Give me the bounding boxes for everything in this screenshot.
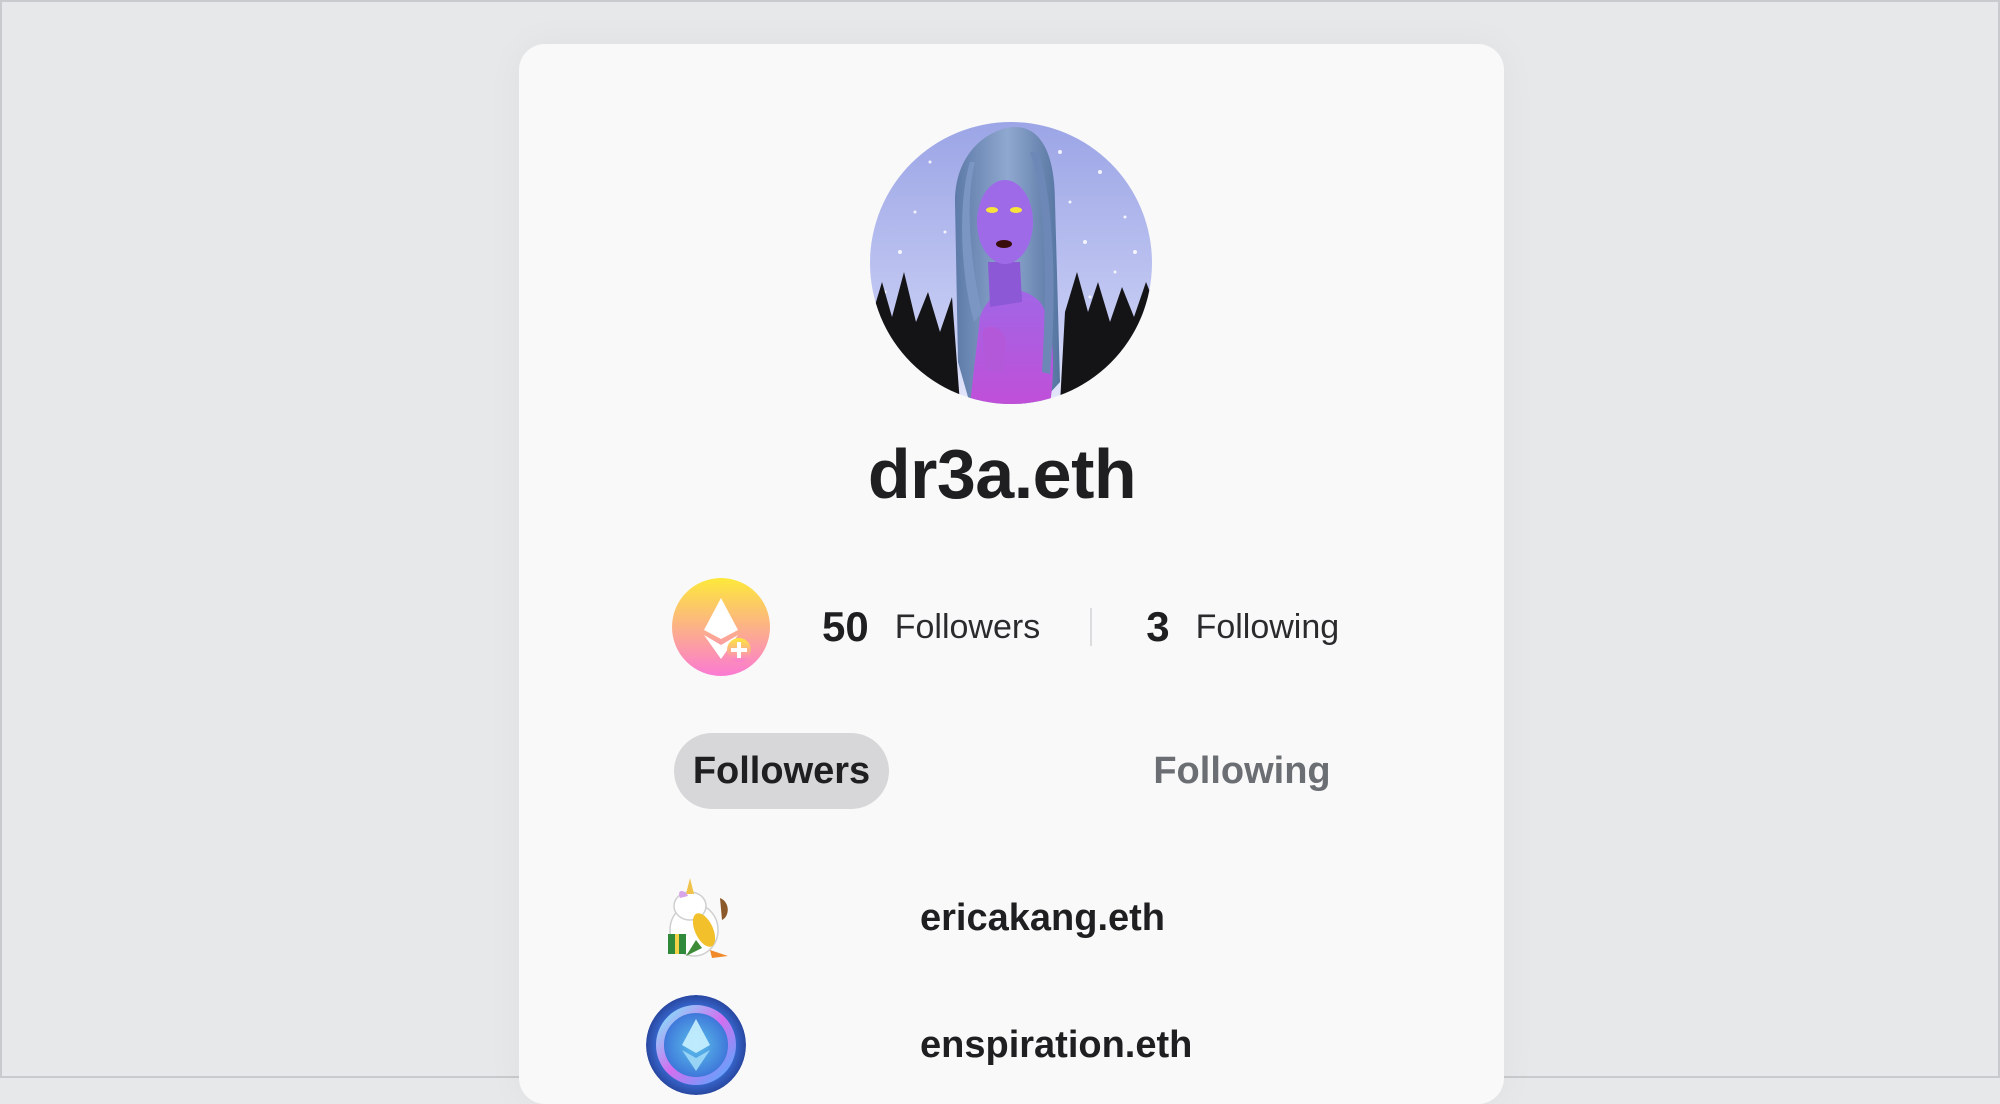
profile-avatar [870,122,1152,404]
unicorn-avatar-icon [646,868,746,968]
following-label[interactable]: Following [1196,608,1340,647]
list-item[interactable]: ericakang.eth [646,868,1165,968]
profile-username: dr3a.eth [867,435,1137,513]
follower-name[interactable]: enspiration.eth [920,1024,1192,1067]
ethereum-follow-icon[interactable] [672,578,770,676]
tab-followers[interactable]: Followers [674,733,889,809]
following-count[interactable]: 3 [1146,603,1169,651]
follower-name[interactable]: ericakang.eth [920,897,1165,940]
follow-stats: 50 Followers 3 Following [672,578,1339,676]
ens-logo-avatar-icon [646,995,746,1095]
followers-label[interactable]: Followers [895,608,1040,647]
list-item[interactable]: enspiration.eth [646,995,1192,1095]
followers-count[interactable]: 50 [822,603,869,651]
stats-divider [1090,608,1093,646]
tab-following[interactable]: Following [1142,733,1342,809]
